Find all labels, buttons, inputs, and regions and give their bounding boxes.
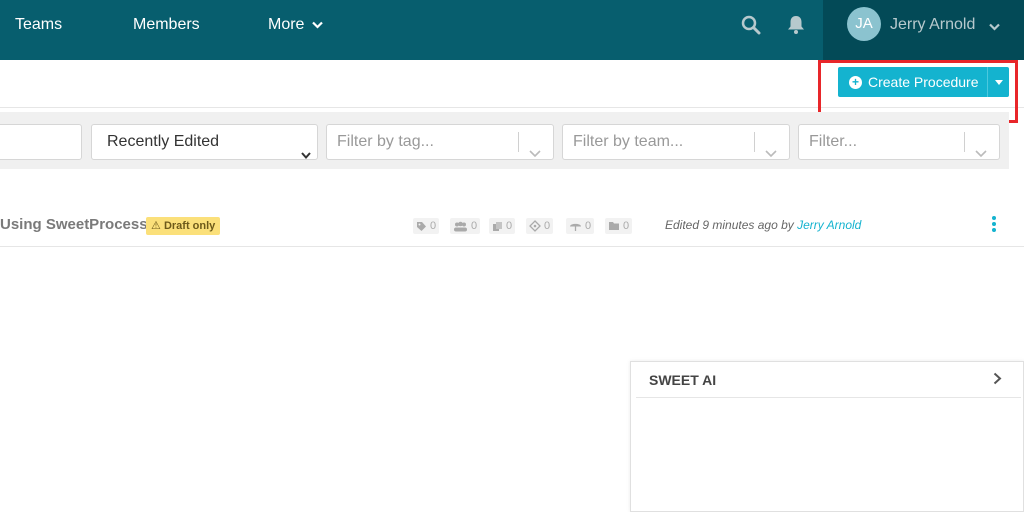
copies-count-value: 0: [506, 220, 513, 232]
folders-count-value: 0: [623, 220, 630, 232]
approvals-count-value: 0: [544, 220, 551, 232]
chevron-right-icon[interactable]: [993, 372, 1002, 390]
top-nav: Teams Members More JA Jerry Arnold: [0, 0, 1024, 60]
edited-prefix: Edited 9 minutes ago by: [665, 218, 798, 232]
sort-select[interactable]: Recently Edited: [91, 124, 318, 160]
avatar: JA: [847, 7, 881, 41]
chevron-down-icon: [312, 0, 324, 50]
sweet-ai-header[interactable]: SWEET AI: [636, 362, 1021, 398]
bell-icon[interactable]: [784, 12, 808, 38]
folders-count: 0: [605, 218, 633, 234]
chevron-down-icon: [975, 137, 987, 171]
chevron-down-icon: [989, 18, 1000, 36]
tag-icon: [417, 221, 426, 231]
draft-badge: ⚠ Draft only: [146, 217, 221, 235]
nav-teams[interactable]: Teams: [15, 0, 62, 60]
user-name: Jerry Arnold: [890, 16, 976, 33]
divider: [754, 132, 755, 152]
users-icon: [454, 221, 467, 231]
divider: [964, 132, 965, 152]
reviews-count: 0: [566, 218, 595, 234]
team-filter-placeholder: Filter by team...: [573, 133, 684, 150]
tags-count-value: 0: [430, 220, 437, 232]
filter-bar: Recently Edited Filter by tag... Filter …: [0, 112, 1009, 169]
more-options-icon[interactable]: [990, 216, 998, 234]
members-count: 0: [450, 218, 481, 234]
team-filter[interactable]: Filter by team...: [562, 124, 790, 160]
procedure-title[interactable]: Using SweetProcess: [0, 216, 148, 233]
procedure-row[interactable]: Using SweetProcess ⚠ Draft only 0 0 0 0 …: [0, 200, 1024, 247]
search-input[interactable]: [0, 124, 82, 160]
folder-icon: [609, 222, 619, 230]
approvals-count: 0: [526, 218, 554, 234]
sweet-ai-panel: SWEET AI: [630, 361, 1024, 512]
members-count-value: 0: [471, 220, 478, 232]
divider: [518, 132, 519, 152]
chevron-down-icon: [765, 137, 777, 171]
edited-info: Edited 9 minutes ago by Jerry Arnold: [665, 218, 861, 232]
chevron-down-icon: [301, 138, 311, 172]
chevron-down-icon: [529, 137, 541, 171]
user-menu[interactable]: JA Jerry Arnold: [823, 0, 1024, 60]
diamond-icon: [529, 220, 541, 232]
tag-filter-placeholder: Filter by tag...: [337, 133, 434, 150]
copies-count: 0: [489, 218, 516, 234]
tag-filter[interactable]: Filter by tag...: [326, 124, 554, 160]
copy-icon: [493, 221, 502, 231]
generic-filter-placeholder: Filter...: [809, 133, 858, 150]
draft-badge-label: Draft only: [163, 220, 216, 232]
warning-icon: ⚠: [151, 220, 161, 232]
edited-author-link[interactable]: Jerry Arnold: [797, 218, 861, 232]
nav-members[interactable]: Members: [133, 0, 200, 60]
sweet-ai-title: SWEET AI: [649, 372, 717, 388]
nav-more[interactable]: More: [268, 0, 324, 60]
umbrella-icon: [570, 223, 581, 231]
tags-count: 0: [413, 218, 440, 234]
nav-more-label: More: [268, 16, 305, 34]
generic-filter[interactable]: Filter...: [798, 124, 1000, 160]
reviews-count-value: 0: [585, 220, 592, 232]
search-icon[interactable]: [739, 12, 763, 38]
sort-select-value: Recently Edited: [107, 133, 220, 150]
